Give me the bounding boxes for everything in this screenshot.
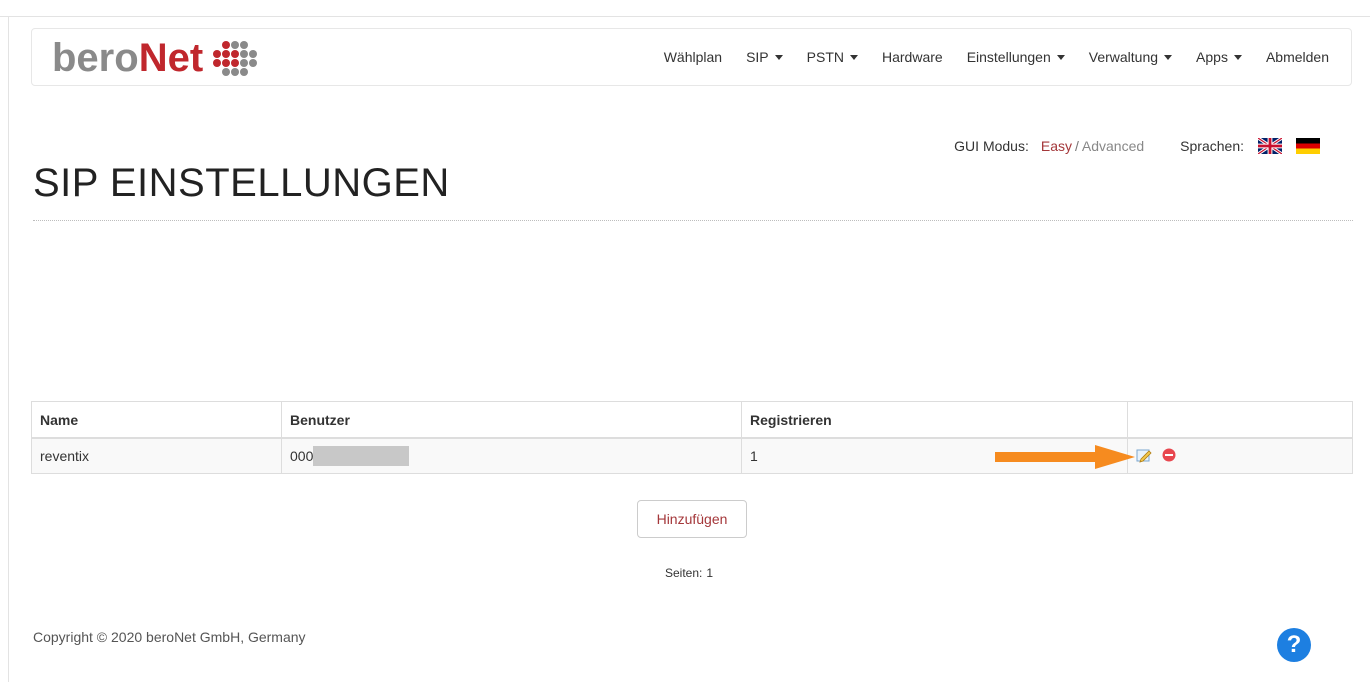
logo-text: beroNet [52,36,203,80]
main-nav: Wählplan SIP PSTN Hardware Einstellungen… [652,29,1351,85]
gui-mode-separator: / [1075,138,1079,154]
nav-item-pstn[interactable]: PSTN [795,29,870,85]
cell-user: 000 [281,437,742,474]
nav-item-einstellungen[interactable]: Einstellungen [955,29,1077,85]
table-header-row: Name Benutzer Registrieren [31,401,1353,439]
cell-register: 1 [741,437,1135,474]
logo-dots-icon [213,40,258,76]
pagination: Seiten: 1 [0,566,1370,580]
logo-text-part2: Net [138,36,204,80]
logo-text-part1: bero [52,36,139,80]
nav-item-waehlplan[interactable]: Wählplan [652,29,734,85]
uk-flag-icon[interactable] [1258,138,1282,154]
browser-frame-top [0,0,1370,17]
table-row: reventix 000 1 [31,437,1353,474]
gui-mode-easy-link[interactable]: Easy [1041,138,1072,154]
column-header-user: Benutzer [281,401,742,439]
page-title: SIP EINSTELLUNGEN [33,161,450,205]
nav-item-label: Einstellungen [966,49,1051,65]
nav-item-sip[interactable]: SIP [734,29,795,85]
column-header-register: Registrieren [741,401,1128,439]
nav-item-apps[interactable]: Apps [1184,29,1254,85]
footer-copyright: Copyright © 2020 beroNet GmbH, Germany [33,629,306,645]
redacted-block [313,446,410,466]
navbar: beroNet Wählplan SIP PSTN Hardware Einst… [31,28,1352,86]
pagination-label: Seiten: [664,566,703,580]
nav-item-label: Abmelden [1265,49,1329,65]
nav-item-label: PSTN [806,49,844,65]
column-header-name: Name [31,401,282,439]
nav-item-label: Wählplan [663,49,723,65]
caret-down-icon [1056,54,1065,60]
sip-accounts-table: Name Benutzer Registrieren reventix 000 … [31,401,1353,474]
orange-arrow-annotation-icon [995,445,1135,469]
german-flag-icon[interactable] [1296,138,1320,154]
nav-item-label: Verwaltung [1088,49,1159,65]
title-divider [33,220,1353,221]
nav-item-label: Hardware [881,49,943,65]
gui-mode-row: GUI Modus: Easy / Advanced Sprachen: [954,138,1320,154]
register-value: 1 [750,448,758,464]
edit-icon[interactable] [1136,447,1152,466]
caret-down-icon [1233,54,1242,60]
nav-item-label: SIP [746,49,769,65]
brand-logo[interactable]: beroNet [52,36,258,80]
gui-mode-advanced-link[interactable]: Advanced [1082,138,1144,154]
browser-frame-left [8,16,9,682]
pagination-page-link[interactable]: 1 [706,566,713,580]
caret-down-icon [774,54,783,60]
nav-item-abmelden[interactable]: Abmelden [1254,29,1351,85]
caret-down-icon [1164,54,1173,60]
gui-mode-label: GUI Modus: [954,138,1029,154]
column-header-actions [1127,401,1353,439]
add-button[interactable]: Hinzufügen [637,500,747,538]
nav-item-label: Apps [1196,49,1228,65]
language-label: Sprachen: [1180,138,1244,154]
user-value: 000 [290,448,314,464]
cell-actions [1127,437,1353,474]
nav-item-verwaltung[interactable]: Verwaltung [1077,29,1184,85]
delete-icon[interactable] [1162,448,1176,465]
caret-down-icon [849,54,858,60]
nav-item-hardware[interactable]: Hardware [870,29,955,85]
cell-name: reventix [31,437,282,474]
help-icon[interactable]: ? [1277,628,1311,662]
